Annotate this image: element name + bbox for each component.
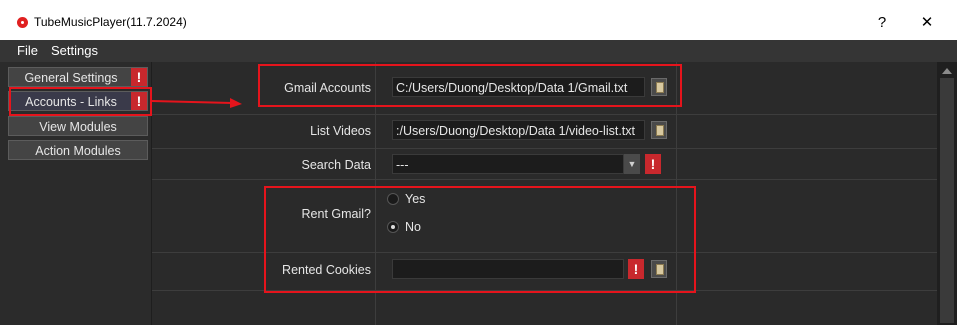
scroll-up-icon[interactable] xyxy=(942,68,952,74)
search-data-select[interactable]: --- xyxy=(392,154,624,174)
chevron-down-icon[interactable]: ▼ xyxy=(624,154,640,174)
title-bar: TubeMusicPlayer(11.7.2024) ? ✕ xyxy=(0,0,957,40)
window-title: TubeMusicPlayer(11.7.2024) xyxy=(34,15,187,29)
warning-icon: ! xyxy=(131,68,147,86)
menu-bar: File Settings xyxy=(0,40,957,62)
row-divider xyxy=(152,179,937,180)
search-data-label: Search Data xyxy=(301,158,371,172)
menu-file[interactable]: File xyxy=(17,43,38,58)
vertical-scrollbar[interactable] xyxy=(937,62,957,325)
annotation-box-gmail xyxy=(258,64,682,107)
browse-file-icon[interactable] xyxy=(651,121,667,139)
scroll-thumb[interactable] xyxy=(940,78,954,323)
nav-label: General Settings xyxy=(24,71,118,85)
nav-general-settings[interactable]: General Settings ! xyxy=(8,67,148,87)
annotation-box-rent xyxy=(264,186,696,293)
annotation-box-nav xyxy=(9,87,152,116)
help-button[interactable]: ? xyxy=(867,12,897,34)
list-videos-label: List Videos xyxy=(310,124,371,138)
row-divider xyxy=(152,148,937,149)
nav-action-modules[interactable]: Action Modules xyxy=(8,140,148,160)
list-videos-field[interactable]: :/Users/Duong/Desktop/Data 1/video-list.… xyxy=(392,120,645,140)
app-icon xyxy=(17,17,28,28)
nav-view-modules[interactable]: View Modules xyxy=(8,116,148,136)
close-button[interactable]: ✕ xyxy=(912,12,942,34)
menu-settings[interactable]: Settings xyxy=(51,43,98,58)
row-divider xyxy=(152,114,937,115)
annotation-arrow xyxy=(152,98,242,108)
warning-icon: ! xyxy=(645,154,661,174)
